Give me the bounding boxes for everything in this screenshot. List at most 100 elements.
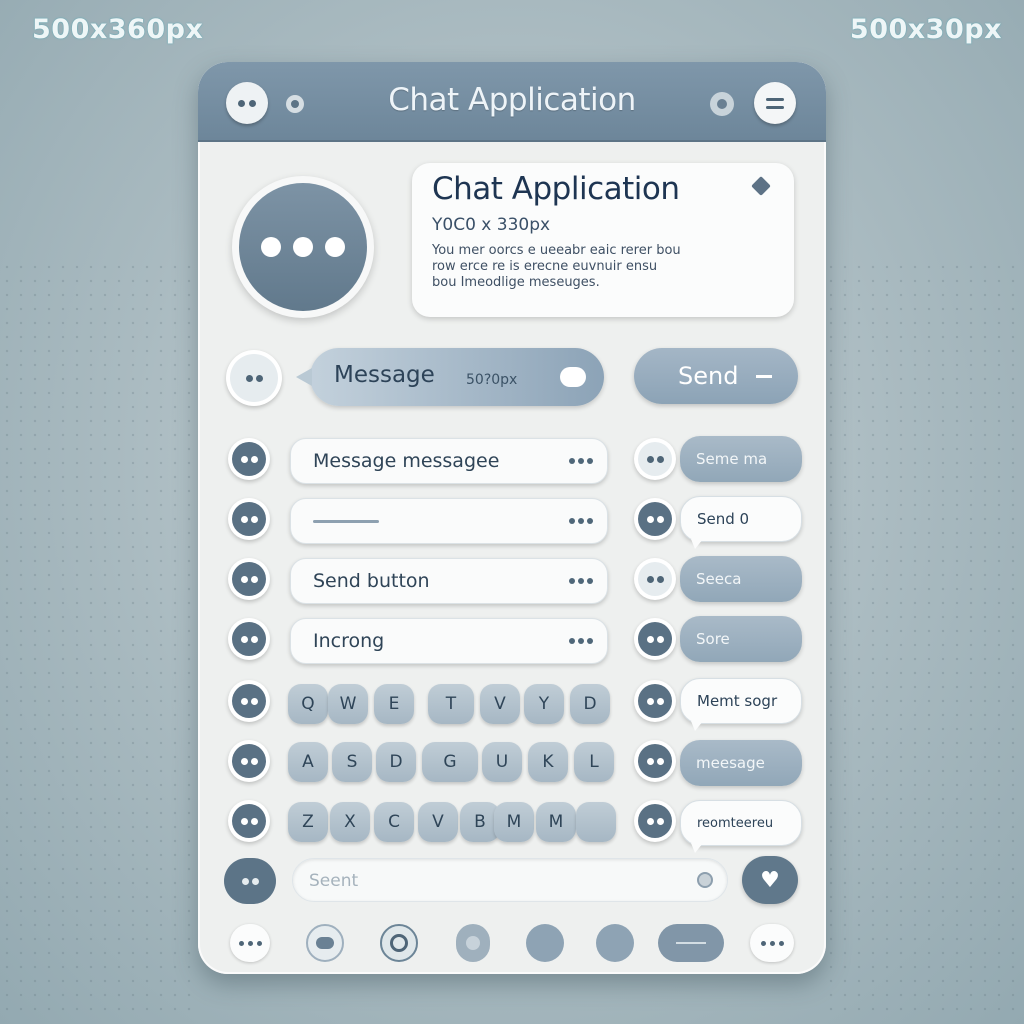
favorite-button[interactable]: ♥ <box>742 856 798 904</box>
key[interactable]: V <box>480 684 520 724</box>
send-button[interactable]: Send <box>634 348 798 404</box>
row-avatar-button[interactable] <box>228 558 270 600</box>
key[interactable]: Y <box>524 684 564 724</box>
key[interactable]: L <box>574 742 614 782</box>
chat-window: Chat Application Chat Application Y0C0 x… <box>198 62 826 974</box>
corner-size-label-left: 500x360px <box>32 14 204 45</box>
info-card-title: Chat Application <box>432 171 680 207</box>
dots-icon <box>638 442 672 476</box>
message-field-text: Incrong <box>313 630 385 652</box>
keyboard-chip[interactable]: Memt sogr <box>680 678 802 731</box>
reply-chip[interactable]: Send 0 <box>680 496 802 549</box>
corner-size-label-right: 500x30px <box>849 14 1002 45</box>
row-reaction-button[interactable] <box>634 800 676 842</box>
toggle-icon[interactable] <box>560 367 586 387</box>
key[interactable]: Q <box>288 684 328 724</box>
row-avatar-button[interactable] <box>228 618 270 660</box>
key[interactable]: M <box>536 802 576 842</box>
info-card-line: bou Imeodlige meseuges. <box>432 275 600 290</box>
heart-icon: ♥ <box>760 867 780 893</box>
row-avatar-button[interactable] <box>228 498 270 540</box>
message-bubble-input[interactable]: Message 50?0px <box>296 348 604 406</box>
key[interactable]: K <box>528 742 568 782</box>
message-field[interactable]: Message messagee <box>290 438 608 484</box>
row-reaction-button[interactable] <box>634 498 676 540</box>
typing-dots-icon <box>239 183 367 311</box>
small-circle-icon <box>717 99 727 109</box>
hamburger-menu-button[interactable] <box>754 82 796 124</box>
search-placeholder: Seent <box>309 871 359 891</box>
message-field[interactable]: Send button <box>290 558 608 604</box>
small-circle-button-right[interactable] <box>710 92 734 116</box>
pill-button[interactable] <box>658 924 724 962</box>
more-dots-icon[interactable] <box>569 638 593 644</box>
row-avatar-button[interactable] <box>228 800 270 842</box>
key[interactable]: T <box>428 684 474 724</box>
message-field[interactable]: Incrong <box>290 618 608 664</box>
info-card-line: You mer oorcs e ueeabr eaic rerer bou <box>432 243 681 258</box>
dots-button[interactable] <box>230 924 270 962</box>
circle-button[interactable] <box>526 924 564 962</box>
keyboard-chip[interactable]: meesage <box>680 740 802 786</box>
mic-icon[interactable] <box>697 872 713 888</box>
reply-chip[interactable]: Sore <box>680 616 802 662</box>
row-avatar-button[interactable] <box>228 740 270 782</box>
key[interactable]: D <box>376 742 416 782</box>
more-dots-icon[interactable] <box>569 578 593 584</box>
heart-icon <box>638 502 672 536</box>
message-field-text: Message messagee <box>313 450 500 472</box>
key[interactable]: E <box>374 684 414 724</box>
more-button[interactable] <box>750 924 794 962</box>
key[interactable]: D <box>570 684 610 724</box>
background-dot-pattern-left <box>0 260 200 1020</box>
chat-icon <box>316 937 334 949</box>
key[interactable]: Z <box>288 802 328 842</box>
emoji-button[interactable] <box>380 924 418 962</box>
key[interactable]: A <box>288 742 328 782</box>
emoji-icon <box>390 934 408 952</box>
heart-icon <box>638 744 672 778</box>
heart-icon <box>638 622 672 656</box>
row-reaction-button[interactable] <box>634 740 676 782</box>
dash-icon <box>756 374 773 378</box>
more-dots-icon[interactable] <box>569 518 593 524</box>
key[interactable]: S <box>332 742 372 782</box>
record-button[interactable] <box>456 924 490 962</box>
key[interactable] <box>576 802 616 842</box>
avatar[interactable] <box>232 176 374 318</box>
key[interactable]: M <box>494 802 534 842</box>
message-bubble-label: Message <box>334 362 435 388</box>
key[interactable]: G <box>422 742 478 782</box>
message-field[interactable] <box>290 498 608 544</box>
reply-chip[interactable]: Seme ma <box>680 436 802 482</box>
search-input[interactable]: Seent <box>292 858 728 902</box>
info-card-line: row erce re is erecne euvnuir ensu <box>432 259 658 274</box>
hamburger-menu-icon <box>766 97 784 109</box>
titlebar: Chat Application <box>198 62 826 142</box>
row-reaction-button[interactable] <box>634 618 676 660</box>
info-card-subtitle: Y0C0 x 330px <box>432 215 551 235</box>
row-reaction-button[interactable] <box>634 438 676 480</box>
row-reaction-button[interactable] <box>634 680 676 722</box>
row-avatar-button[interactable] <box>228 438 270 480</box>
key[interactable]: U <box>482 742 522 782</box>
key[interactable]: C <box>374 802 414 842</box>
row-reaction-button[interactable] <box>634 558 676 600</box>
attach-button[interactable] <box>224 858 276 904</box>
key[interactable]: X <box>330 802 370 842</box>
row-avatar-button[interactable] <box>228 680 270 722</box>
dots-icon <box>638 562 672 596</box>
reply-chip[interactable]: Seeca <box>680 556 802 602</box>
record-icon <box>466 936 480 950</box>
keyboard-chip[interactable]: reomteereu <box>680 800 802 853</box>
circle-button[interactable] <box>596 924 634 962</box>
composer-avatar-button[interactable] <box>226 350 282 406</box>
more-dots-icon[interactable] <box>569 458 593 464</box>
heart-icon <box>232 684 266 718</box>
heart-icon <box>232 804 266 838</box>
heart-icon <box>232 744 266 778</box>
pill-icon <box>676 942 706 944</box>
key[interactable]: V <box>418 802 458 842</box>
chat-button[interactable] <box>306 924 344 962</box>
key[interactable]: W <box>328 684 368 724</box>
